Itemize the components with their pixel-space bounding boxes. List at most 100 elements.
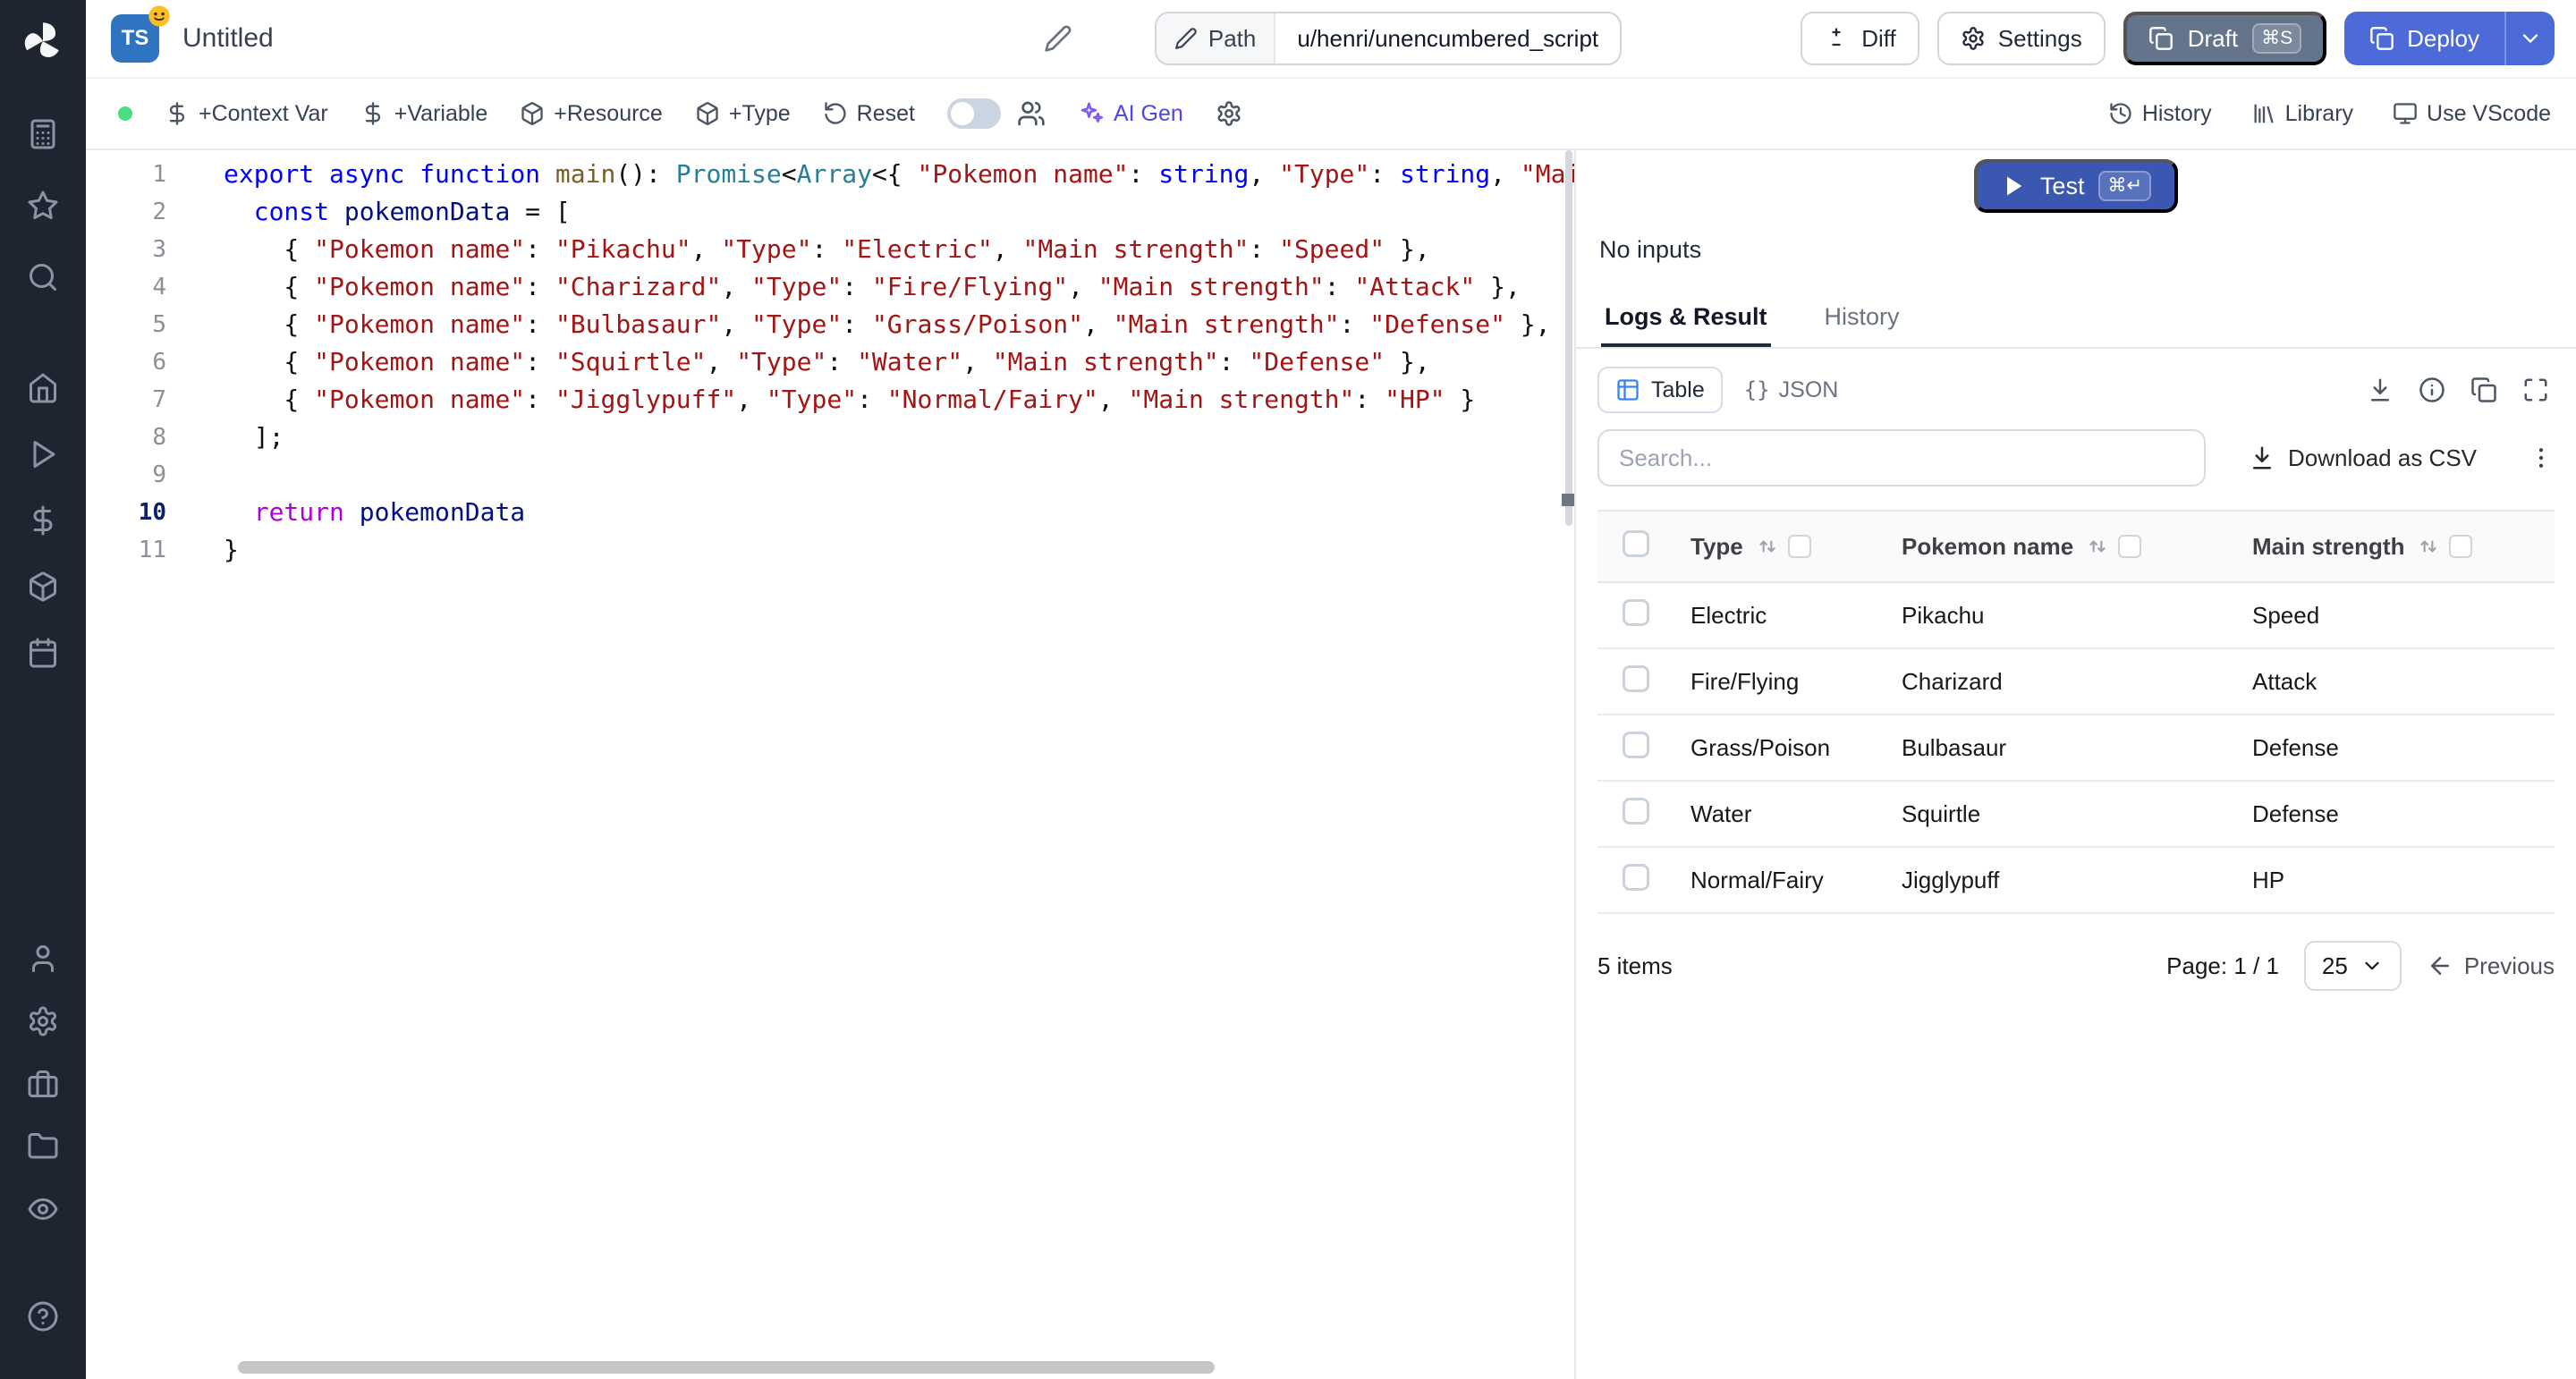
- toggle-switch[interactable]: [947, 98, 1001, 129]
- path-edit-button[interactable]: Path: [1157, 13, 1276, 63]
- table-menu-kebab-icon[interactable]: [2528, 444, 2555, 471]
- library-button[interactable]: Library: [2251, 101, 2353, 127]
- sort-icon[interactable]: [2086, 535, 2109, 558]
- column-checkbox[interactable]: [2449, 535, 2472, 558]
- folders-icon[interactable]: [27, 1130, 59, 1163]
- settings-gear-icon[interactable]: [27, 1005, 59, 1037]
- apps-icon[interactable]: [27, 118, 59, 150]
- code-token: [224, 460, 239, 489]
- search-icon[interactable]: [27, 261, 59, 293]
- reset-button[interactable]: Reset: [823, 101, 915, 127]
- table-view-button[interactable]: Table: [1597, 367, 1723, 413]
- windmill-logo[interactable]: [20, 18, 66, 64]
- code-token: ,: [691, 234, 722, 264]
- row-checkbox[interactable]: [1623, 599, 1649, 626]
- tab-history[interactable]: History: [1821, 292, 1903, 347]
- code-line[interactable]: { "Pokemon name": "Pikachu", "Type": "El…: [224, 231, 1574, 268]
- result-table: TypePokemon nameMain strength ElectricPi…: [1597, 510, 2555, 914]
- code-line[interactable]: { "Pokemon name": "Squirtle", "Type": "W…: [224, 343, 1574, 381]
- diff-button[interactable]: Diff: [1801, 12, 1919, 65]
- history-button[interactable]: History: [2108, 101, 2212, 127]
- search-input[interactable]: [1597, 429, 2206, 486]
- code-line[interactable]: }: [224, 531, 1574, 569]
- row-checkbox[interactable]: [1623, 732, 1649, 758]
- code-token: [224, 197, 254, 226]
- editor-settings-gear-icon[interactable]: [1216, 100, 1242, 127]
- variables-dollar-icon[interactable]: [27, 504, 59, 537]
- favorites-star-icon[interactable]: [27, 190, 59, 222]
- row-checkbox[interactable]: [1623, 864, 1649, 891]
- column-header[interactable]: Type: [1676, 511, 1887, 582]
- runs-play-icon[interactable]: [27, 438, 59, 470]
- deploy-button[interactable]: Deploy: [2344, 12, 2504, 65]
- code-line[interactable]: { "Pokemon name": "Jigglypuff", "Type": …: [224, 381, 1574, 419]
- column-header[interactable]: Main strength: [2238, 511, 2555, 582]
- code-token: [540, 159, 555, 189]
- code-token: "Main strength": [993, 347, 1219, 376]
- sort-icon[interactable]: [2417, 535, 2440, 558]
- history-clock-icon: [2108, 101, 2133, 126]
- code-line[interactable]: [224, 456, 1574, 494]
- row-checkbox[interactable]: [1623, 798, 1649, 825]
- code-line[interactable]: return pokemonData: [224, 494, 1574, 531]
- diff-icon: [1824, 26, 1849, 51]
- deploy-dropdown-button[interactable]: [2504, 12, 2555, 65]
- code-line[interactable]: { "Pokemon name": "Bulbasaur", "Type": "…: [224, 306, 1574, 343]
- sort-icon[interactable]: [1756, 535, 1779, 558]
- code-line[interactable]: ];: [224, 419, 1574, 456]
- code-token: ,: [1068, 272, 1098, 301]
- deploy-label: Deploy: [2407, 25, 2479, 53]
- table-cell: Attack: [2238, 648, 2555, 715]
- path-value[interactable]: u/henri/unencumbered_script: [1275, 13, 1620, 63]
- column-checkbox[interactable]: [1788, 535, 1811, 558]
- download-icon: [2249, 444, 2275, 471]
- json-view-button[interactable]: {} JSON: [1744, 377, 1839, 403]
- add-context-var-button[interactable]: +Context Var: [165, 101, 328, 127]
- test-button[interactable]: Test ⌘↵: [1974, 159, 2178, 213]
- editor-code[interactable]: export async function main(): Promise<Ar…: [197, 150, 1574, 1379]
- code-token: "Type": [751, 272, 842, 301]
- draft-button[interactable]: Draft ⌘S: [2123, 12, 2326, 65]
- add-resource-button[interactable]: +Resource: [520, 101, 663, 127]
- code-token: ,: [706, 347, 736, 376]
- code-token: :: [811, 234, 842, 264]
- download-result-icon[interactable]: [2367, 376, 2394, 403]
- ai-gen-button[interactable]: AI Gen: [1078, 100, 1183, 127]
- code-line[interactable]: { "Pokemon name": "Charizard", "Type": "…: [224, 268, 1574, 306]
- code-line[interactable]: export async function main(): Promise<Ar…: [224, 156, 1574, 193]
- column-header[interactable]: Pokemon name: [1887, 511, 2238, 582]
- add-variable-button[interactable]: +Variable: [360, 101, 487, 127]
- help-icon[interactable]: [27, 1300, 59, 1332]
- editor-horizontal-scrollbar[interactable]: [238, 1361, 1215, 1374]
- code-token: [314, 159, 329, 189]
- info-icon[interactable]: [2419, 376, 2445, 403]
- editor-vertical-scrollbar[interactable]: [1565, 150, 1572, 526]
- column-checkbox[interactable]: [2118, 535, 2141, 558]
- download-csv-button[interactable]: Download as CSV: [2249, 444, 2477, 472]
- row-checkbox[interactable]: [1623, 665, 1649, 692]
- schedules-calendar-icon[interactable]: [27, 637, 59, 669]
- expand-icon[interactable]: [2522, 376, 2549, 403]
- table-row: Grass/PoisonBulbasaurDefense: [1597, 715, 2555, 781]
- edit-summary-pencil-icon[interactable]: [1044, 24, 1072, 53]
- select-all-checkbox[interactable]: [1623, 530, 1649, 557]
- audit-eye-icon[interactable]: [27, 1193, 59, 1225]
- add-type-button[interactable]: +Type: [695, 101, 791, 127]
- code-token: :: [525, 272, 555, 301]
- code-token: :: [1129, 159, 1159, 189]
- home-icon[interactable]: [27, 372, 59, 404]
- code-token: ,: [721, 272, 751, 301]
- use-vscode-button[interactable]: Use VScode: [2393, 101, 2551, 127]
- page-size-select[interactable]: 25: [2304, 941, 2402, 991]
- resources-box-icon[interactable]: [27, 571, 59, 603]
- copy-icon[interactable]: [2470, 376, 2497, 403]
- code-token: ];: [224, 422, 284, 452]
- rotate-ccw-icon: [823, 101, 848, 126]
- settings-button[interactable]: Settings: [1937, 12, 2106, 65]
- previous-page-button[interactable]: Previous: [2427, 952, 2555, 980]
- user-icon[interactable]: [27, 943, 59, 975]
- tab-logs-result[interactable]: Logs & Result: [1601, 292, 1771, 347]
- code-editor[interactable]: 1234567891011 export async function main…: [86, 150, 1576, 1379]
- code-line[interactable]: const pokemonData = [: [224, 193, 1574, 231]
- workers-briefcase-icon[interactable]: [27, 1068, 59, 1100]
